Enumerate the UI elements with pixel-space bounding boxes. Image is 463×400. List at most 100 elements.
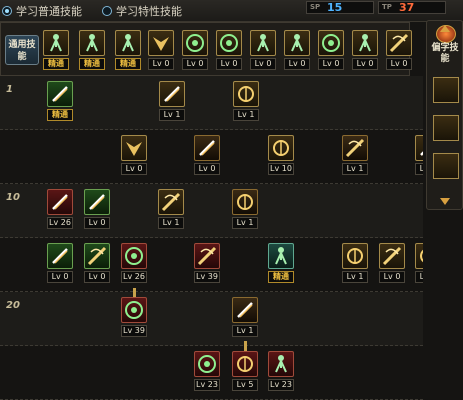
skill-slot[interactable]: Lv 5: [232, 351, 258, 393]
skill-slot[interactable]: Lv 10: [268, 135, 294, 177]
skill-slot[interactable]: Lv 0: [182, 30, 208, 72]
green-blade-icon[interactable]: [84, 189, 110, 215]
red-emblem-icon[interactable]: [194, 351, 220, 377]
skill-slot[interactable]: Lv 0: [318, 30, 344, 72]
skill-slot[interactable]: Lv 26: [47, 189, 73, 231]
scroll-down-arrow-icon[interactable]: [440, 198, 450, 205]
top-bar: 学习普通技能 学习特性技能 SP 15 TP 37: [0, 0, 463, 22]
common-skills-bar: 通用技能 精通 精通 精通 Lv 0 Lv 0 Lv 0 Lv 0 Lv 0 Lv 0 Lv 0L…: [0, 22, 412, 76]
holy-shield-icon[interactable]: [342, 135, 368, 161]
blade-edge-icon[interactable]: [415, 135, 423, 161]
skill-slot[interactable]: Lv 26: [121, 243, 147, 285]
skill-level-label: Lv 5: [232, 379, 258, 391]
red-dagger-icon[interactable]: [47, 189, 73, 215]
arrow-thrust-icon[interactable]: [194, 135, 220, 161]
skill-slot[interactable]: Lv 1: [232, 297, 258, 339]
mastery-badge: 精通: [79, 58, 105, 70]
side-skills-label: 偏字技能: [431, 43, 459, 64]
tree-row: 20: [0, 292, 423, 346]
green-spark-icon[interactable]: [84, 243, 110, 269]
skill-slot[interactable]: Lv 1: [232, 189, 258, 231]
skill-level-label: Lv 0: [84, 217, 110, 229]
skill-slot[interactable]: 精通: [268, 243, 294, 285]
rising-kick-icon[interactable]: [79, 30, 105, 56]
skill-slot[interactable]: Lv 0: [216, 30, 242, 72]
tab-learn-normal-skills[interactable]: 学习普通技能: [2, 3, 82, 19]
skill-slot[interactable]: Lv 0: [415, 243, 423, 285]
red-crescent-icon[interactable]: [232, 351, 258, 377]
level-marker-20: 20: [6, 300, 20, 311]
skill-slot[interactable]: Lv 0: [386, 30, 412, 72]
skill-level-label: Lv 1: [232, 325, 258, 337]
target-icon[interactable]: [182, 30, 208, 56]
skill-level-label: Lv 0: [284, 58, 310, 70]
shout-icon[interactable]: [433, 77, 459, 103]
skill-slot[interactable]: Lv 1: [233, 81, 259, 123]
whirlwind-icon[interactable]: [268, 135, 294, 161]
skill-slot[interactable]: Lv 0: [352, 30, 378, 72]
spread-wings-icon[interactable]: [121, 135, 147, 161]
green-sword-icon[interactable]: [47, 243, 73, 269]
skill-level-label: Lv 0: [386, 58, 412, 70]
skill-slot[interactable]: Lv 23: [194, 351, 220, 393]
summon-figure-icon[interactable]: [284, 30, 310, 56]
skill-slot[interactable]: Lv 1: [342, 243, 368, 285]
tab-learn-trait-skills[interactable]: 学习特性技能: [102, 3, 182, 19]
skill-slot[interactable]: Lv 1: [158, 189, 184, 231]
skill-slot[interactable]: Lv 23: [268, 351, 294, 393]
golden-warrior-icon[interactable]: [352, 30, 378, 56]
tp-label: TP: [382, 3, 392, 11]
sit-rest-icon[interactable]: [43, 30, 69, 56]
skill-slot[interactable]: 精通: [47, 81, 73, 123]
skill-slot[interactable]: Lv 0: [84, 243, 110, 285]
skill-slot[interactable]: Lv 0: [379, 243, 405, 285]
wave-sweep-icon[interactable]: [233, 81, 259, 107]
gold-wave-icon[interactable]: [342, 243, 368, 269]
skill-slot[interactable]: Lv 1: [342, 135, 368, 177]
scroll-up-arrow-icon[interactable]: [440, 25, 450, 32]
gold-star-icon[interactable]: [379, 243, 405, 269]
skill-slot[interactable]: Lv 0: [250, 30, 276, 72]
red-seal-icon[interactable]: [121, 297, 147, 323]
sp-label: SP: [310, 3, 321, 11]
skill-slot[interactable]: 精通: [43, 30, 69, 72]
skill-slot[interactable]: Lv 1: [159, 81, 185, 123]
skill-slot[interactable]: Lv 1: [415, 135, 423, 177]
skill-level-label: Lv 0: [148, 58, 174, 70]
aura-eye-icon[interactable]: [318, 30, 344, 56]
skill-slot[interactable]: Lv 0: [121, 135, 147, 177]
skill-slot[interactable]: Lv 39: [121, 297, 147, 339]
skill-slot[interactable]: Lv 0: [284, 30, 310, 72]
radio-selected-icon[interactable]: [2, 6, 12, 16]
spirit-figure-icon[interactable]: [250, 30, 276, 56]
level-marker-1: 1: [6, 84, 13, 95]
swirl-icon[interactable]: [433, 153, 459, 179]
teal-spirit-icon[interactable]: [268, 243, 294, 269]
skill-slot[interactable]: Lv 0: [194, 135, 220, 177]
wings-icon[interactable]: [148, 30, 174, 56]
crosshair-icon[interactable]: [216, 30, 242, 56]
shield-guard-icon[interactable]: [386, 30, 412, 56]
tp-value: 37: [399, 1, 415, 14]
red-fighter-icon[interactable]: [268, 351, 294, 377]
skill-slot[interactable]: 精通: [115, 30, 141, 72]
skill-slot[interactable]: Lv 0: [47, 243, 73, 285]
spiral-vortex-icon[interactable]: [232, 189, 258, 215]
radio-unselected-icon[interactable]: [102, 6, 112, 16]
chevron-slash-icon[interactable]: [232, 297, 258, 323]
stack-icon[interactable]: [433, 115, 459, 141]
flame-burst-icon[interactable]: [158, 189, 184, 215]
skill-slot[interactable]: Lv 0: [148, 30, 174, 72]
skill-level-label: Lv 0: [216, 58, 242, 70]
crescent-icon[interactable]: [415, 243, 423, 269]
fire-gear-icon[interactable]: [121, 243, 147, 269]
skill-level-label: Lv 0: [182, 58, 208, 70]
skill-slot[interactable]: 精通: [79, 30, 105, 72]
skill-slot[interactable]: Lv 0: [84, 189, 110, 231]
skill-level-label: Lv 1: [415, 163, 423, 175]
skill-slot[interactable]: Lv 39: [194, 243, 220, 285]
crimson-blast-icon[interactable]: [194, 243, 220, 269]
basic-slash-icon[interactable]: [47, 81, 73, 107]
claw-strike-icon[interactable]: [159, 81, 185, 107]
running-icon[interactable]: [115, 30, 141, 56]
